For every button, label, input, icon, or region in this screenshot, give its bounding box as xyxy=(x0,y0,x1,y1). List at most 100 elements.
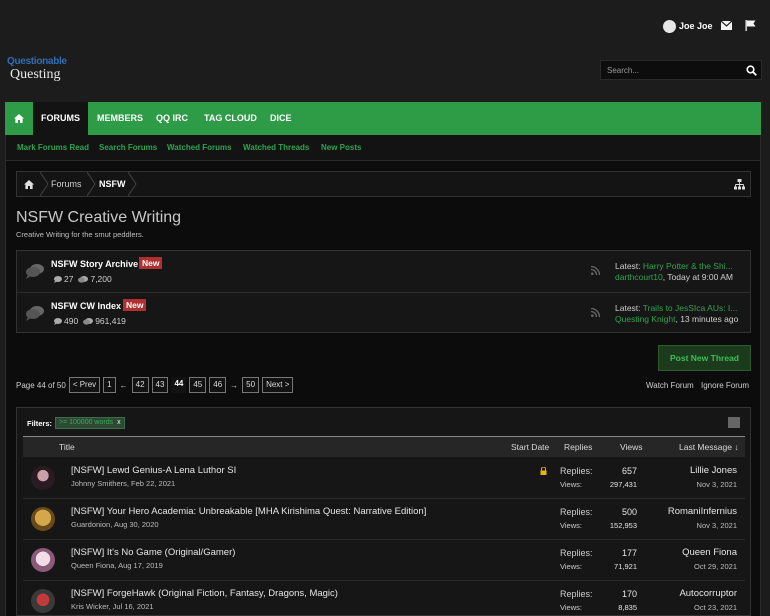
avatar[interactable] xyxy=(31,507,55,531)
tab-dice[interactable]: DICE xyxy=(270,102,292,135)
replies-label: Replies: xyxy=(560,548,593,558)
page-link-42[interactable]: 42 xyxy=(131,377,149,393)
subforum-stats: 490 961,419 xyxy=(54,316,126,326)
sitemap-icon[interactable] xyxy=(734,179,745,190)
new-posts-link[interactable]: New Posts xyxy=(321,143,361,152)
search-box xyxy=(600,60,762,80)
mark-forums-read-link[interactable]: Mark Forums Read xyxy=(17,143,89,152)
col-start-date[interactable]: Start Date xyxy=(511,442,549,452)
post-new-thread-button[interactable]: Post New Thread xyxy=(658,345,751,371)
avatar[interactable] xyxy=(31,589,55,613)
avatar[interactable] xyxy=(31,548,55,572)
thread-title[interactable]: [NSFW] It's No Game (Original/Gamer) xyxy=(71,547,235,558)
site-logo[interactable]: Questionable Questing xyxy=(7,56,73,86)
top-bar: Joe Joe xyxy=(0,0,770,48)
subforum-title[interactable]: NSFW Story Archive xyxy=(51,259,138,269)
col-replies[interactable]: Replies xyxy=(564,442,592,452)
page-link-1[interactable]: 1 xyxy=(103,377,116,393)
next-page-button[interactable]: Next > xyxy=(262,377,294,393)
views-label: Views: xyxy=(560,480,582,489)
col-last-message[interactable]: Last Message ↓ xyxy=(679,442,739,452)
subforum-row[interactable]: NSFW CW Index New 490 961,419 Latest: Tr… xyxy=(17,292,750,333)
user-menu[interactable]: Joe Joe xyxy=(663,19,713,33)
view-count: 152,953 xyxy=(609,521,637,530)
view-count: 8,835 xyxy=(618,603,637,612)
filter-remove-icon[interactable]: x xyxy=(117,419,121,426)
subforum-latest: Latest: Harry Potter & the Shi... darthc… xyxy=(615,261,733,283)
breadcrumb-forums[interactable]: Forums xyxy=(51,179,82,189)
col-title[interactable]: Title xyxy=(59,442,75,452)
tab-members[interactable]: MEMBERS xyxy=(97,102,143,135)
latest-thread-link[interactable]: Harry Potter & the Shi... xyxy=(643,261,733,271)
last-message-user[interactable]: RomaniInfernius xyxy=(668,506,737,517)
home-icon xyxy=(14,114,24,123)
tab-tag-cloud[interactable]: TAG CLOUD xyxy=(204,102,257,135)
breadcrumb-nsfw[interactable]: NSFW xyxy=(99,179,126,189)
view-count: 297,431 xyxy=(609,480,637,489)
last-message-user[interactable]: Autocorruptor xyxy=(679,588,737,599)
rss-icon[interactable] xyxy=(591,266,600,275)
last-message-date[interactable]: Nov 3, 2021 xyxy=(697,480,737,489)
pagination: Page 44 of 50 < Prev 1 ← 42 43 44 45 46 … xyxy=(16,377,294,393)
last-message-date[interactable]: Oct 29, 2021 xyxy=(694,562,737,571)
envelope-icon[interactable] xyxy=(721,21,732,30)
ignore-forum-link[interactable]: Ignore Forum xyxy=(701,381,749,390)
subforum-list: NSFW Story Archive New 27 7,200 Latest: … xyxy=(16,250,751,333)
watched-threads-link[interactable]: Watched Threads xyxy=(243,143,309,152)
latest-thread-link[interactable]: Trails to JesSIca AUs: I... xyxy=(643,303,738,313)
breadcrumb-home[interactable] xyxy=(17,172,41,196)
search-icon[interactable] xyxy=(746,65,757,76)
new-badge: New xyxy=(139,257,163,269)
thread-title[interactable]: [NSFW] Lewd Genius-A Lena Luthor SI xyxy=(71,465,236,476)
views-label: Views: xyxy=(560,603,582,612)
page-link-45[interactable]: 45 xyxy=(189,377,207,393)
reply-count: 657 xyxy=(621,466,637,476)
watch-forum-link[interactable]: Watch Forum xyxy=(646,381,694,390)
thread-title[interactable]: [NSFW] Your Hero Academia: Unbreakable [… xyxy=(71,506,426,517)
page-link-50[interactable]: 50 xyxy=(242,377,260,393)
comments-icon xyxy=(83,317,94,325)
col-views[interactable]: Views xyxy=(620,442,643,452)
watched-forums-link[interactable]: Watched Forums xyxy=(167,143,232,152)
table-row[interactable]: [NSFW] Lewd Genius-A Lena Luthor SI John… xyxy=(23,458,745,499)
filter-chip-text: >= 100000 words xyxy=(59,419,114,426)
filter-chip[interactable]: >= 100000 words x xyxy=(55,417,125,429)
reply-count: 170 xyxy=(621,589,637,599)
thread-author-date: Johnny Smithers, Feb 22, 2021 xyxy=(71,479,176,488)
page-indicator: Page 44 of 50 xyxy=(16,380,66,390)
last-message-user[interactable]: Queen Fiona xyxy=(682,547,737,558)
prev-page-button[interactable]: < Prev xyxy=(68,377,101,393)
latest-user-link[interactable]: darthcourt10 xyxy=(615,272,663,282)
nav-home[interactable] xyxy=(5,102,33,135)
tab-qq-irc[interactable]: QQ IRC xyxy=(156,102,188,135)
thread-title[interactable]: [NSFW] ForgeHawk (Original Fiction, Fant… xyxy=(71,588,338,599)
page-link-46[interactable]: 46 xyxy=(209,377,227,393)
view-count: 71,921 xyxy=(614,562,637,571)
last-message-date[interactable]: Nov 3, 2021 xyxy=(697,521,737,530)
breadcrumb-separator xyxy=(40,172,49,196)
thread-count: 27 xyxy=(64,274,74,284)
last-message-user[interactable]: Lillie Jones xyxy=(690,465,737,476)
rss-icon[interactable] xyxy=(591,308,600,317)
new-badge: New xyxy=(123,299,147,311)
reply-count: 500 xyxy=(621,507,637,517)
table-row[interactable]: [NSFW] It's No Game (Original/Gamer) Que… xyxy=(23,540,745,581)
subforum-row[interactable]: NSFW Story Archive New 27 7,200 Latest: … xyxy=(17,251,750,292)
thread-author-date: Guardonion, Aug 30, 2020 xyxy=(71,520,159,529)
table-row[interactable]: [NSFW] Your Hero Academia: Unbreakable [… xyxy=(23,499,745,540)
subforum-title[interactable]: NSFW CW Index xyxy=(51,301,121,311)
thread-author-date: Queen Fiona, Aug 17, 2019 xyxy=(71,561,163,570)
tab-forums[interactable]: FORUMS xyxy=(33,102,88,135)
last-message-date[interactable]: Oct 23, 2021 xyxy=(694,603,737,612)
search-input[interactable] xyxy=(601,61,741,79)
thread-author-date: Kris Wicker, Jul 16, 2021 xyxy=(71,602,154,611)
flag-icon[interactable] xyxy=(745,20,756,31)
page-link-43[interactable]: 43 xyxy=(151,377,169,393)
latest-user-link[interactable]: Questing Knight xyxy=(615,314,675,324)
search-forums-link[interactable]: Search Forums xyxy=(99,143,157,152)
table-row[interactable]: [NSFW] ForgeHawk (Original Fiction, Fant… xyxy=(23,581,745,616)
avatar[interactable] xyxy=(31,466,55,490)
message-count: 7,200 xyxy=(90,274,112,284)
chat-bubbles-icon xyxy=(26,306,44,321)
collapse-icon[interactable] xyxy=(728,417,740,428)
